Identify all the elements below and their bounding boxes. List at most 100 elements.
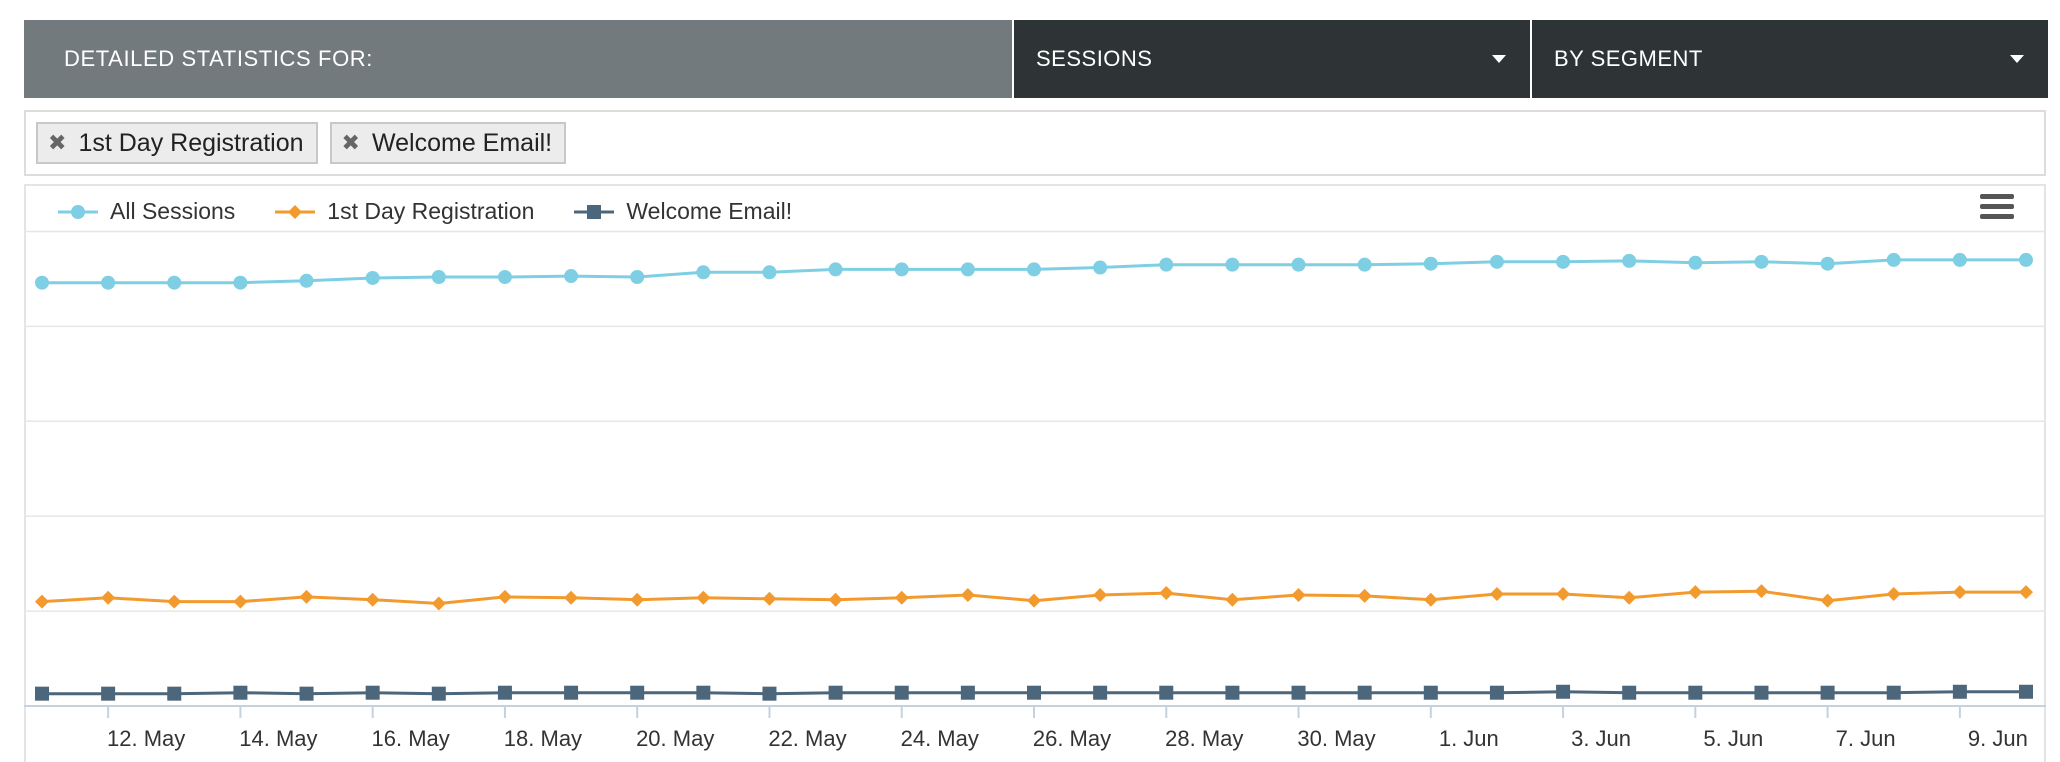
square-marker-icon	[574, 204, 615, 219]
x-tick-label: 24. May	[901, 726, 979, 751]
data-point-all-sessions	[167, 275, 182, 290]
data-point-welcome-email	[101, 686, 116, 701]
data-point-first-day-registration	[1489, 587, 1504, 602]
legend-label: Welcome Email!	[626, 198, 793, 224]
data-point-welcome-email	[497, 685, 512, 700]
chart-menu-button[interactable]	[1980, 194, 2014, 224]
data-point-welcome-email	[1357, 685, 1372, 700]
data-point-all-sessions	[1820, 256, 1835, 271]
data-point-all-sessions	[960, 262, 975, 277]
data-point-welcome-email	[35, 686, 49, 701]
data-point-first-day-registration	[1886, 587, 1901, 602]
data-point-welcome-email	[1820, 685, 1835, 700]
data-point-first-day-registration	[233, 594, 248, 609]
data-point-all-sessions	[696, 265, 711, 280]
data-point-all-sessions	[299, 273, 314, 288]
data-point-all-sessions	[365, 270, 380, 285]
data-point-first-day-registration	[299, 589, 314, 604]
data-point-all-sessions	[1622, 253, 1637, 268]
data-point-welcome-email	[1159, 685, 1174, 700]
data-point-all-sessions	[101, 275, 116, 290]
data-point-welcome-email	[1291, 685, 1306, 700]
data-point-first-day-registration	[431, 596, 446, 611]
data-point-all-sessions	[1886, 252, 1901, 267]
x-tick-label: 14. May	[239, 726, 317, 751]
data-point-first-day-registration	[35, 594, 49, 609]
data-point-all-sessions	[762, 265, 777, 280]
data-point-first-day-registration	[696, 590, 711, 605]
data-point-first-day-registration	[1027, 593, 1041, 608]
data-point-welcome-email	[1027, 685, 1041, 700]
data-point-first-day-registration	[960, 587, 975, 602]
data-point-first-day-registration	[630, 592, 645, 607]
x-tick-label: 30. May	[1297, 726, 1375, 751]
data-point-first-day-registration	[1291, 587, 1306, 602]
data-point-welcome-email	[1556, 684, 1571, 699]
chart-legend: All Sessions 1st Day Registration Welcom…	[58, 198, 792, 225]
data-point-welcome-email	[1952, 684, 1967, 699]
data-point-welcome-email	[365, 685, 380, 700]
data-point-all-sessions	[1093, 260, 1108, 275]
data-point-all-sessions	[431, 270, 446, 285]
x-tick-label: 22. May	[768, 726, 846, 751]
data-point-all-sessions	[2019, 252, 2033, 267]
data-point-first-day-registration	[1952, 585, 1967, 600]
x-tick-label: 28. May	[1165, 726, 1243, 751]
x-tick-label: 20. May	[636, 726, 714, 751]
diamond-marker-icon	[275, 204, 316, 219]
data-point-first-day-registration	[1820, 593, 1835, 608]
data-point-all-sessions	[1027, 262, 1041, 277]
data-point-welcome-email	[894, 685, 909, 700]
data-point-first-day-registration	[1357, 588, 1372, 603]
data-point-first-day-registration	[1159, 586, 1174, 601]
x-tick-label: 18. May	[504, 726, 582, 751]
legend-item-all-sessions[interactable]: All Sessions	[58, 198, 235, 225]
data-point-welcome-email	[696, 685, 711, 700]
data-point-first-day-registration	[1622, 590, 1637, 605]
data-point-first-day-registration	[497, 589, 512, 604]
data-point-all-sessions	[894, 262, 909, 277]
data-point-welcome-email	[299, 686, 314, 701]
circle-marker-icon	[58, 204, 98, 219]
data-point-first-day-registration	[101, 590, 116, 605]
data-point-all-sessions	[1357, 257, 1372, 272]
data-point-all-sessions	[1688, 255, 1703, 270]
data-point-first-day-registration	[365, 592, 380, 607]
data-point-welcome-email	[1622, 685, 1637, 700]
legend-label: 1st Day Registration	[327, 198, 535, 224]
data-point-first-day-registration	[762, 591, 777, 606]
data-point-all-sessions	[1423, 256, 1438, 271]
data-point-all-sessions	[1159, 257, 1174, 272]
x-tick-label: 7. Jun	[1836, 726, 1896, 751]
data-point-all-sessions	[1754, 254, 1769, 269]
data-point-first-day-registration	[828, 592, 843, 607]
data-point-welcome-email	[630, 685, 645, 700]
data-point-all-sessions	[233, 275, 248, 290]
data-point-first-day-registration	[2019, 585, 2033, 600]
data-point-welcome-email	[828, 685, 843, 700]
data-point-all-sessions	[1291, 257, 1306, 272]
line-chart: 12. May 14. May 16. May 18. May 20. May 22. M…	[24, 230, 2046, 751]
data-point-welcome-email	[431, 686, 446, 701]
x-tick-label: 9. Jun	[1968, 726, 2028, 751]
legend-item-welcome-email[interactable]: Welcome Email!	[574, 198, 792, 225]
data-point-welcome-email	[233, 685, 248, 700]
data-point-all-sessions	[1225, 257, 1240, 272]
data-point-welcome-email	[167, 686, 182, 701]
data-point-all-sessions	[1952, 252, 1967, 267]
data-point-first-day-registration	[1423, 592, 1438, 607]
data-point-welcome-email	[1423, 685, 1438, 700]
data-point-all-sessions	[564, 269, 579, 284]
data-point-welcome-email	[1093, 685, 1108, 700]
data-point-all-sessions	[35, 275, 49, 290]
x-tick-label: 1. Jun	[1439, 726, 1499, 751]
data-point-all-sessions	[630, 270, 645, 285]
data-point-welcome-email	[1489, 685, 1504, 700]
data-point-all-sessions	[497, 270, 512, 285]
x-tick-label: 16. May	[372, 726, 450, 751]
legend-item-first-day-registration[interactable]: 1st Day Registration	[275, 198, 534, 225]
x-tick-label: 26. May	[1033, 726, 1111, 751]
data-point-first-day-registration	[564, 590, 579, 605]
legend-label: All Sessions	[110, 198, 236, 224]
data-point-all-sessions	[1556, 254, 1571, 269]
